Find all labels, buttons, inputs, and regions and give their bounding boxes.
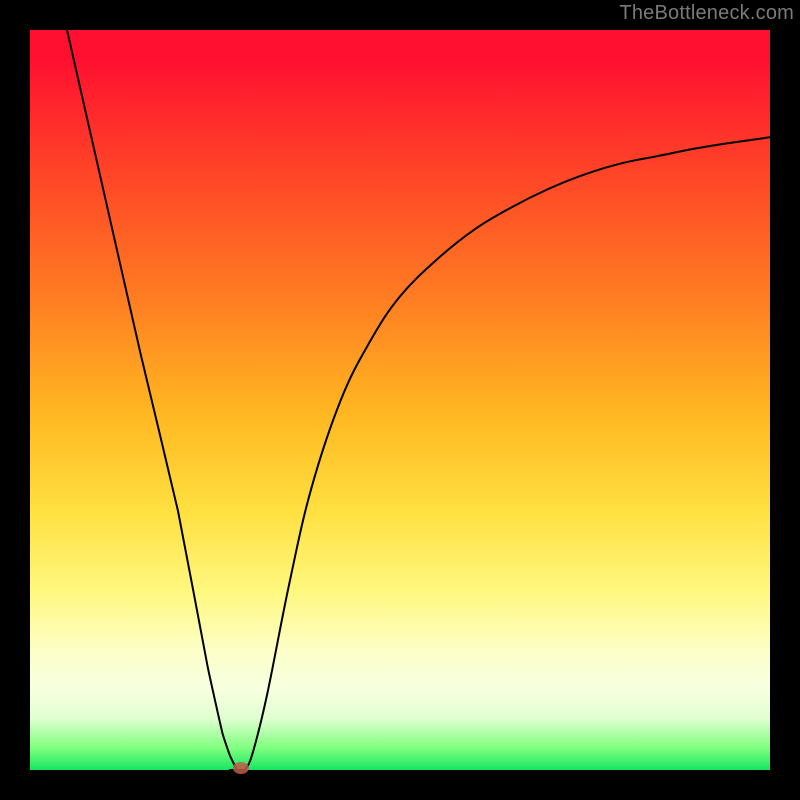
- bottleneck-curve: [67, 30, 770, 770]
- plot-area: [30, 30, 770, 770]
- curve-minimum-marker: [233, 762, 249, 774]
- chart-frame: TheBottleneck.com: [0, 0, 800, 800]
- watermark-text: TheBottleneck.com: [619, 2, 794, 25]
- chart-svg: [30, 30, 770, 770]
